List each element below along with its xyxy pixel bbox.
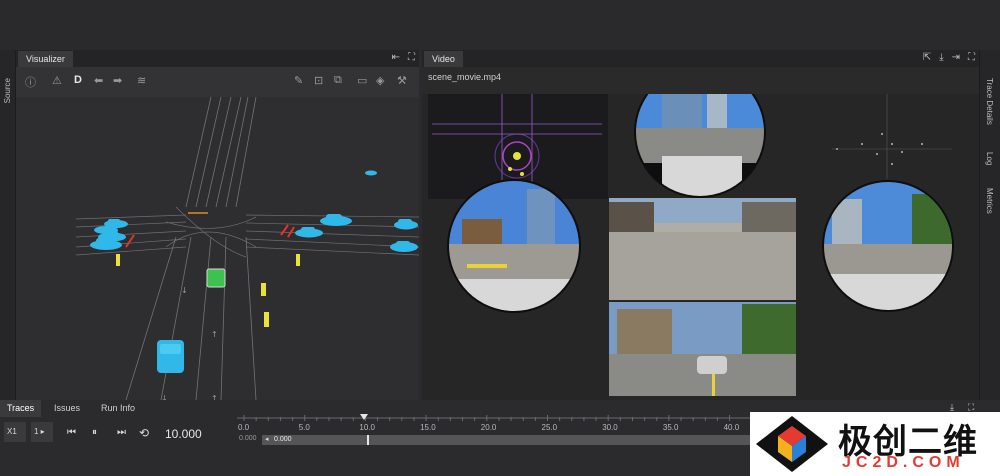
watermark-domain-text: JC2D.COM <box>842 454 965 471</box>
layers-icon[interactable]: ◈ <box>376 74 384 87</box>
wrench-icon[interactable]: ⚒ <box>397 74 407 87</box>
tick-label: 0.0 <box>238 423 250 432</box>
tab-visualizer[interactable]: Visualizer <box>18 51 73 67</box>
video-tabstrip: Video ⇱ ⤓ ⇥ ⛶ <box>422 50 979 67</box>
open-external-icon[interactable]: ⇱ <box>923 52 931 63</box>
tab-run-info[interactable]: Run Info <box>94 400 142 417</box>
warning-icon[interactable]: ⚠ <box>52 74 62 87</box>
rail-tab-trace-details[interactable]: Trace Details <box>985 78 994 125</box>
tick-label: 10.0 <box>359 423 375 432</box>
visualizer-tabstrip: Visualizer ⇤ ⛶ <box>16 50 419 67</box>
lines-icon[interactable]: ≋ <box>137 74 146 87</box>
ruler-icon[interactable]: ✎ <box>294 74 303 87</box>
fullscreen-icon[interactable]: ⛶ <box>968 52 975 63</box>
replay-icon[interactable]: ⟲ <box>139 426 149 440</box>
current-time: 10.000 <box>165 427 202 441</box>
video-icon[interactable]: ▭ <box>357 74 367 87</box>
svg-text:↑: ↑ <box>211 330 218 339</box>
tick-label: 35.0 <box>662 423 679 432</box>
rail-tab-metrics[interactable]: Metrics <box>985 188 994 214</box>
pause-icon[interactable]: ⏸ <box>92 427 97 438</box>
tick-label: 15.0 <box>420 423 436 432</box>
video-canvas[interactable] <box>422 66 979 400</box>
tab-traces[interactable]: Traces <box>0 400 42 417</box>
right-rail: Trace Details Log Metrics <box>979 50 1000 400</box>
arrow-left-icon[interactable]: ⬅ <box>94 74 103 87</box>
fullscreen-icon[interactable]: ⛶ <box>408 52 415 63</box>
scene-svg: ↑↑↓↓ <box>16 96 420 403</box>
visualizer-panel: Visualizer ⇤ ⛶ ⓘ ⚠ D ⬅ ➡ ≋ ✎ ⊡ ⧉ ▭ ◈ ⚒ ↑… <box>16 50 420 403</box>
visualizer-header-icons: ⇤ ⛶ <box>392 52 415 63</box>
tick-label: 20.0 <box>480 423 497 432</box>
range-cursor[interactable] <box>367 435 369 445</box>
focus-icon[interactable]: ⊡ <box>314 74 323 87</box>
range-bar[interactable]: ◂ 0.000 <box>262 435 750 445</box>
scene-canvas[interactable]: ↑ ↑ ↓ ↓ <box>16 96 420 403</box>
svg-text:↓: ↓ <box>181 286 188 295</box>
video-panel: Video ⇱ ⤓ ⇥ ⛶ scene_movie.mp4 <box>422 50 979 400</box>
range-handle-icon[interactable]: ◂ <box>265 435 269 443</box>
range-start: 0.000 <box>239 435 257 442</box>
left-rail: Source <box>0 50 16 400</box>
tick-label: 40.0 <box>723 423 740 432</box>
watermark-logo: 极创二维 JC2D.COM <box>750 412 1000 476</box>
skip-forward-icon[interactable]: ⏭ <box>117 427 126 438</box>
rail-tab-log[interactable]: Log <box>985 152 994 165</box>
video-frame-svg <box>422 66 979 400</box>
tab-video[interactable]: Video <box>424 51 463 67</box>
collapse-icon[interactable]: ⇤ <box>392 52 400 63</box>
watermark-emblem <box>756 416 828 472</box>
tick-label: 5.0 <box>298 423 310 432</box>
playhead-marker[interactable] <box>360 414 368 420</box>
tab-issues[interactable]: Issues <box>47 400 87 417</box>
range-value: 0.000 <box>274 436 292 443</box>
tick-label: 25.0 <box>541 423 558 432</box>
video-file-name: scene_movie.mp4 <box>428 72 502 82</box>
app-window: Source Visualizer ⇤ ⛶ ⓘ ⚠ D ⬅ ➡ ≋ ✎ ⊡ ⧉ … <box>0 0 1000 476</box>
download-icon[interactable]: ⤓ <box>939 52 943 63</box>
speed-button[interactable]: X1 <box>4 422 26 442</box>
step-button[interactable]: 1 ▸ <box>31 422 53 442</box>
arrow-right-icon[interactable]: ➡ <box>113 74 122 87</box>
dock-icon[interactable]: ⇥ <box>952 52 960 63</box>
skip-back-icon[interactable]: ⏮ <box>67 427 76 438</box>
camera-follow-icon[interactable]: ⧉ <box>334 74 342 87</box>
visualizer-toolbar: ⓘ ⚠ D ⬅ ➡ ≋ ✎ ⊡ ⧉ ▭ ◈ ⚒ <box>16 67 419 97</box>
top-bar <box>0 0 1000 50</box>
direction-d-button[interactable]: D <box>74 74 82 86</box>
info-icon[interactable]: ⓘ <box>25 74 36 90</box>
rail-tab-source[interactable]: Source <box>3 78 12 103</box>
timeline-ruler[interactable] <box>237 414 757 424</box>
video-header-icons: ⇱ ⤓ ⇥ ⛶ <box>923 52 975 63</box>
tick-label: 30.0 <box>602 423 618 432</box>
